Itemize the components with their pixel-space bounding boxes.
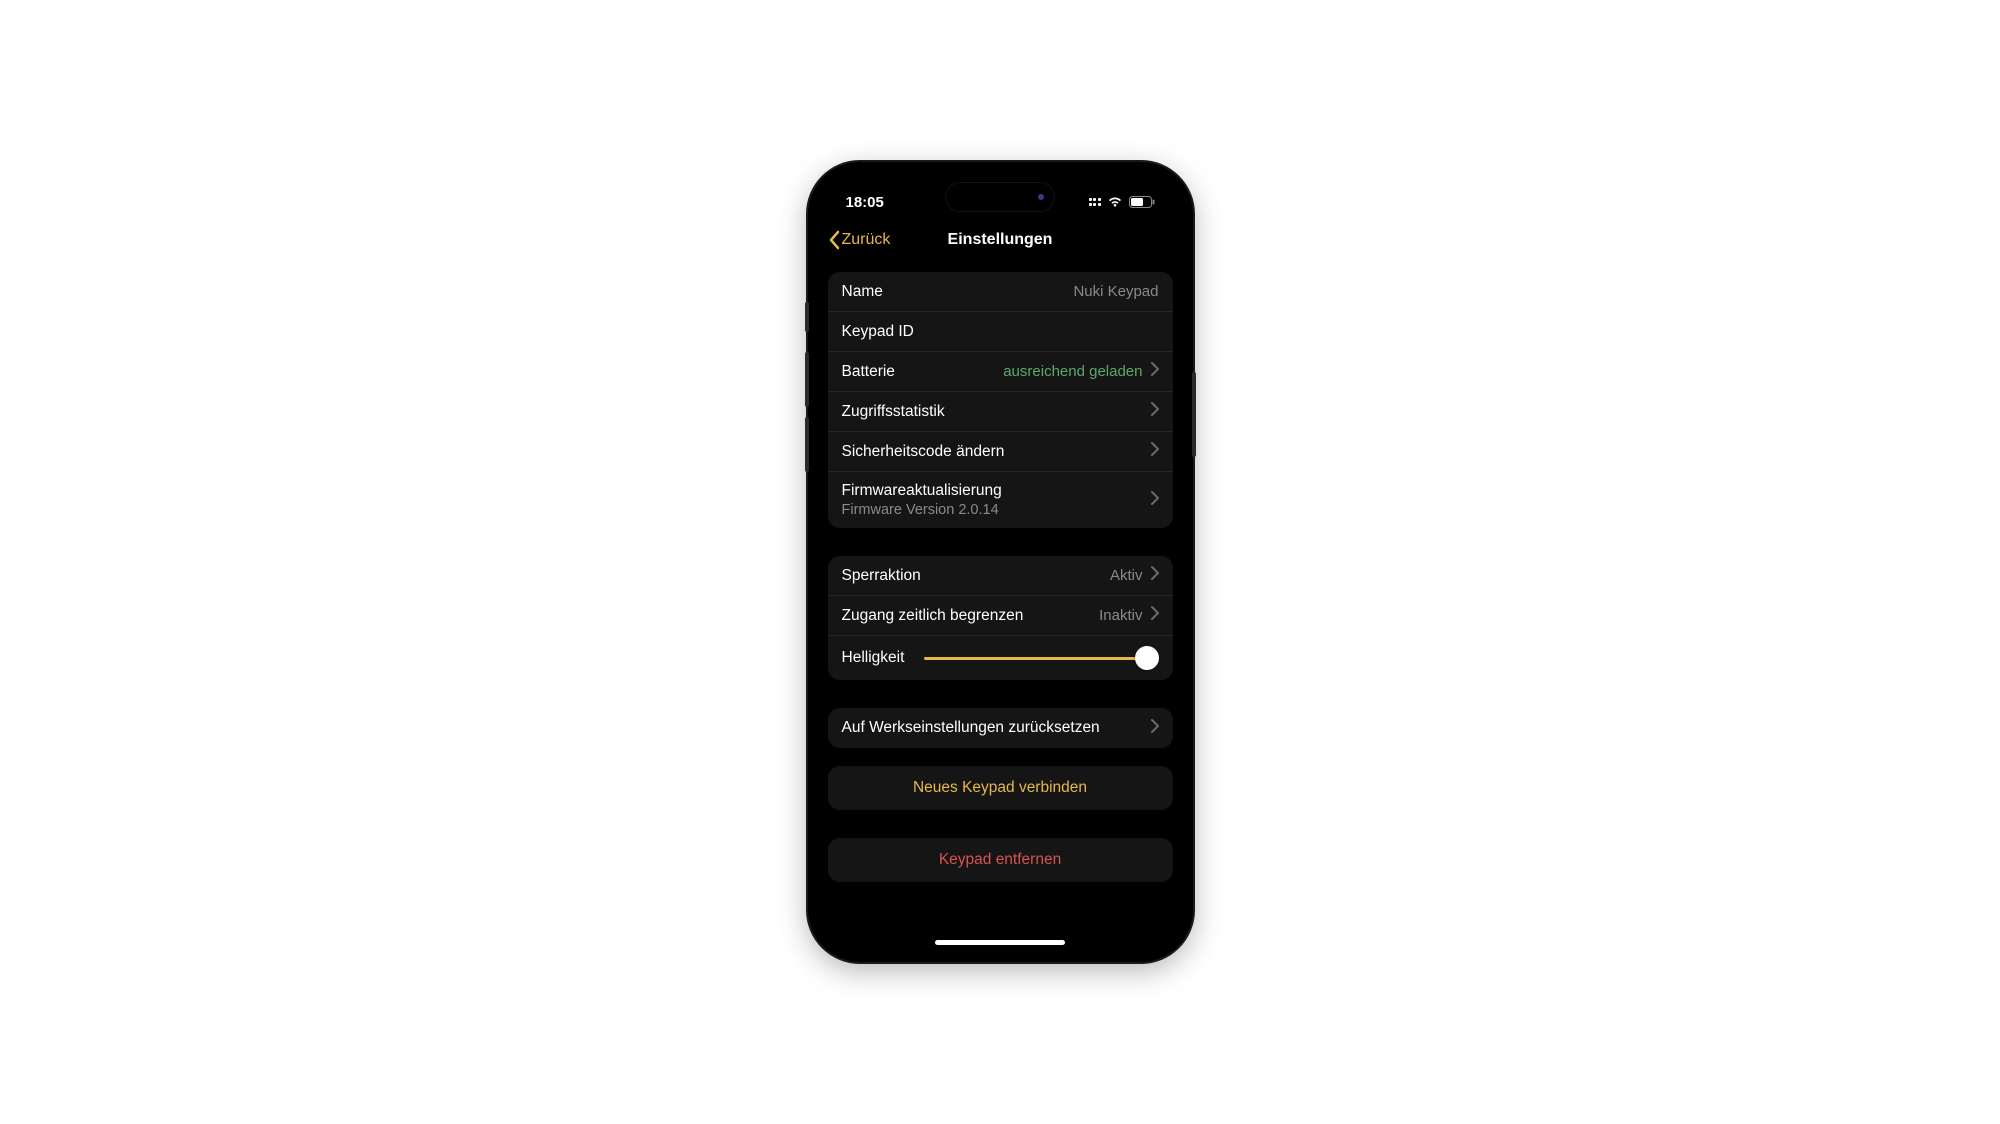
back-label: Zurück: [842, 231, 891, 249]
home-indicator[interactable]: [935, 940, 1065, 945]
row-label: Zugriffsstatistik: [842, 403, 1143, 421]
row-firmware[interactable]: Firmwareaktualisierung Firmware Version …: [828, 472, 1173, 528]
chevron-right-icon: [1151, 362, 1159, 381]
row-change-code[interactable]: Sicherheitscode ändern: [828, 432, 1173, 472]
row-label: Zugang zeitlich begrenzen: [842, 607, 1100, 625]
row-lock-action[interactable]: Sperraktion Aktiv: [828, 556, 1173, 596]
dynamic-island: [945, 182, 1055, 212]
button-label: Neues Keypad verbinden: [913, 779, 1087, 797]
row-name[interactable]: Name Nuki Keypad: [828, 272, 1173, 312]
battery-icon: [1129, 196, 1155, 208]
row-label: Auf Werkseinstellungen zurücksetzen: [842, 719, 1143, 737]
group-reset: Auf Werkseinstellungen zurücksetzen: [828, 708, 1173, 748]
content: Name Nuki Keypad Keypad ID Batterie ausr…: [818, 262, 1183, 952]
button-label: Keypad entfernen: [939, 851, 1061, 869]
row-label: Helligkeit: [842, 649, 905, 667]
status-time: 18:05: [846, 194, 884, 211]
page-title: Einstellungen: [948, 231, 1053, 249]
side-button: [805, 302, 809, 332]
row-label: Sperraktion: [842, 567, 1110, 585]
row-label: Batterie: [842, 363, 1004, 381]
row-factory-reset[interactable]: Auf Werkseinstellungen zurücksetzen: [828, 708, 1173, 748]
screen: 18:05 Zurück Einstellungen: [818, 172, 1183, 952]
slider-fill: [924, 657, 1146, 660]
group-behavior: Sperraktion Aktiv Zugang zeitlich begren…: [828, 556, 1173, 680]
chevron-right-icon: [1151, 719, 1159, 738]
row-label: Sicherheitscode ändern: [842, 443, 1143, 461]
chevron-left-icon: [828, 230, 840, 250]
row-battery[interactable]: Batterie ausreichend geladen: [828, 352, 1173, 392]
row-label: Name: [842, 283, 1074, 301]
row-brightness: Helligkeit: [828, 636, 1173, 680]
group-device-info: Name Nuki Keypad Keypad ID Batterie ausr…: [828, 272, 1173, 528]
row-value: Inaktiv: [1099, 607, 1142, 624]
remove-keypad-button[interactable]: Keypad entfernen: [828, 838, 1173, 882]
row-label: Firmwareaktualisierung: [842, 482, 1143, 500]
side-button: [805, 417, 809, 472]
cellular-icon: [1089, 198, 1101, 206]
camera-indicator: [1038, 194, 1044, 200]
row-keypad-id[interactable]: Keypad ID: [828, 312, 1173, 352]
chevron-right-icon: [1151, 491, 1159, 510]
row-sublabel: Firmware Version 2.0.14: [842, 502, 1143, 518]
phone-frame: 18:05 Zurück Einstellungen: [808, 162, 1193, 962]
chevron-right-icon: [1151, 606, 1159, 625]
chevron-right-icon: [1151, 566, 1159, 585]
chevron-right-icon: [1151, 402, 1159, 421]
row-access-stats[interactable]: Zugriffsstatistik: [828, 392, 1173, 432]
nav-bar: Zurück Einstellungen: [818, 218, 1183, 262]
row-value: ausreichend geladen: [1003, 363, 1142, 381]
back-button[interactable]: Zurück: [828, 230, 891, 250]
side-button: [1192, 372, 1196, 457]
connect-keypad-button[interactable]: Neues Keypad verbinden: [828, 766, 1173, 810]
row-value: Nuki Keypad: [1073, 283, 1158, 300]
brightness-slider[interactable]: [924, 646, 1158, 670]
row-time-limit[interactable]: Zugang zeitlich begrenzen Inaktiv: [828, 596, 1173, 636]
status-right: [1089, 196, 1155, 208]
row-label: Keypad ID: [842, 323, 1159, 341]
wifi-icon: [1107, 196, 1123, 208]
row-value: Aktiv: [1110, 567, 1143, 584]
side-button: [805, 352, 809, 407]
chevron-right-icon: [1151, 442, 1159, 461]
slider-thumb[interactable]: [1135, 646, 1159, 670]
